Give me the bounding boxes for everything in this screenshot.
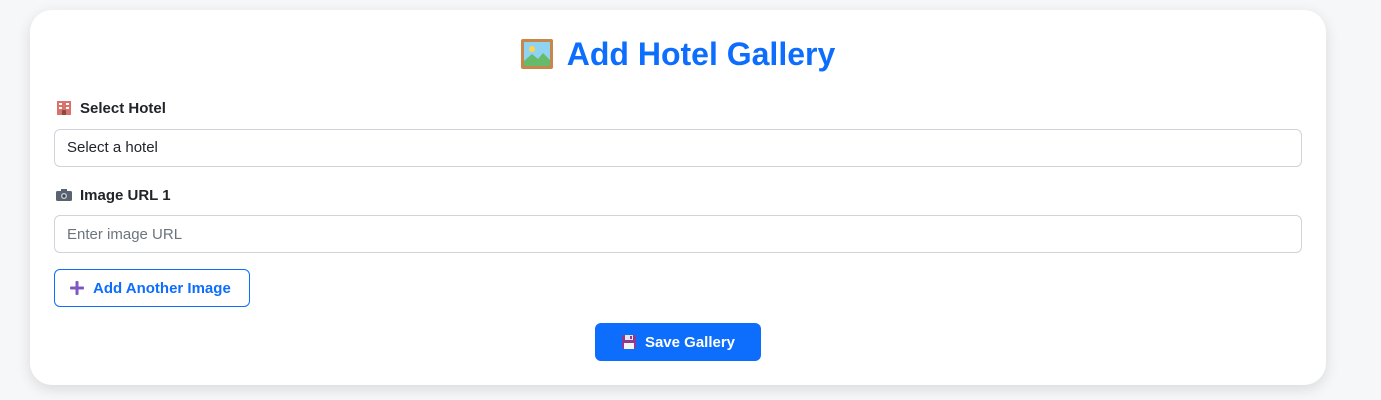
save-gallery-button[interactable]: Save Gallery: [595, 323, 761, 361]
image-url-label-text: Image URL 1: [80, 187, 171, 204]
page-title: Add Hotel Gallery: [30, 34, 1326, 74]
select-hotel-label: Select Hotel: [56, 99, 166, 119]
gallery-form-card: Add Hotel Gallery Select Hotel Select a …: [30, 10, 1326, 385]
save-gallery-label: Save Gallery: [644, 333, 736, 351]
image-url-input[interactable]: [54, 215, 1302, 253]
camera-icon: [56, 188, 72, 201]
hotel-select[interactable]: Select a hotel: [54, 129, 1302, 167]
image-url-label: Image URL 1: [56, 186, 171, 206]
select-hotel-label-text: Select Hotel: [80, 100, 166, 117]
hotel-select-value: Select a hotel: [67, 139, 158, 156]
add-another-image-label: Add Another Image: [93, 279, 231, 297]
framed-picture-icon: [520, 38, 553, 69]
plus-icon: [70, 281, 84, 295]
add-another-image-button[interactable]: Add Another Image: [54, 269, 250, 307]
floppy-disk-icon: [621, 335, 636, 349]
page-title-text: Add Hotel Gallery: [566, 36, 836, 72]
hotel-building-icon: [57, 100, 71, 115]
